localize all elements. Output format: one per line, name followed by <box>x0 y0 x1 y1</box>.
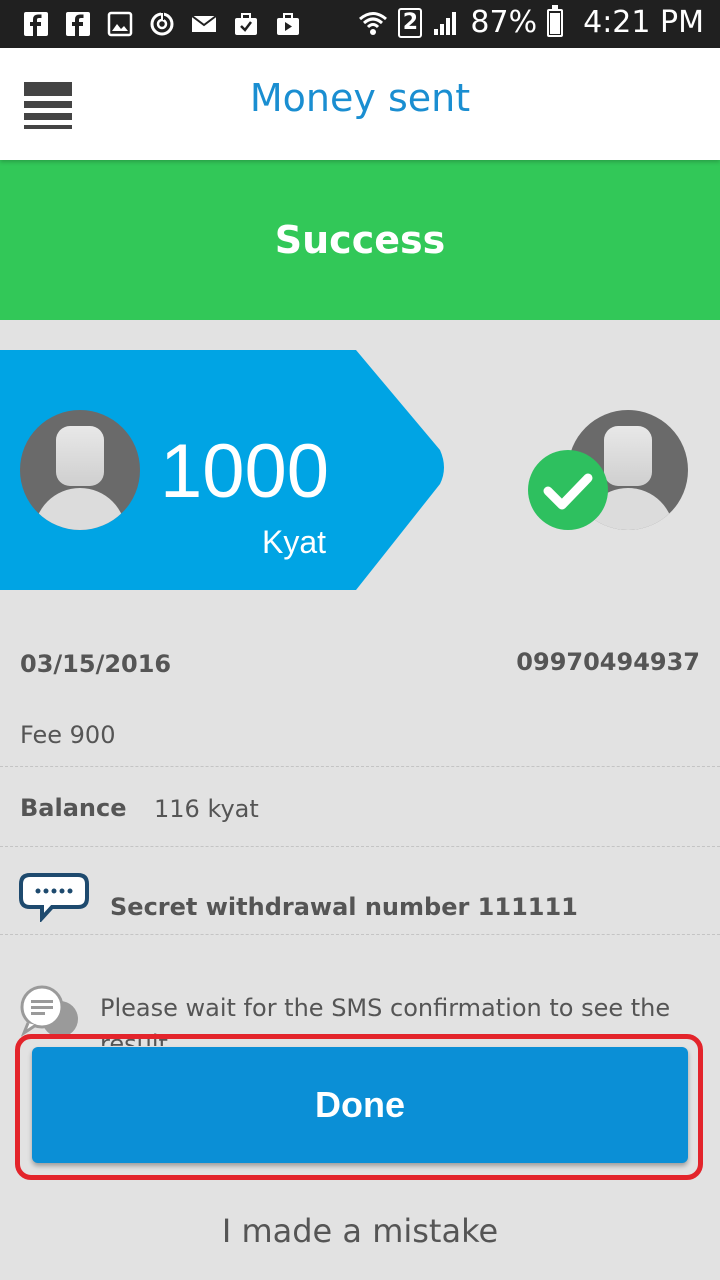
fee-text: Fee 900 <box>20 721 116 749</box>
sync-icon <box>148 10 176 38</box>
battery-icon <box>547 4 564 37</box>
page-title: Money sent <box>249 76 471 120</box>
image-icon <box>106 10 134 38</box>
success-banner: Success <box>0 160 720 320</box>
sender-avatar <box>20 410 140 530</box>
success-text: Success <box>274 218 446 262</box>
signal-icon <box>434 11 457 35</box>
divider <box>0 846 720 847</box>
wifi-icon <box>359 11 388 35</box>
status-right: 2 87% 4:21 PM <box>358 4 704 40</box>
recipient-phone: 09970494937 <box>516 648 700 676</box>
secret-withdrawal-number: Secret withdrawal number 111111 <box>110 893 578 921</box>
clock: 4:21 PM <box>583 5 704 40</box>
app-bar: Money sent <box>0 48 720 160</box>
battery-percent: 87% <box>470 5 538 40</box>
play-store-icon <box>274 10 302 38</box>
divider <box>0 766 720 767</box>
transfer-amount: 1000 <box>160 429 330 514</box>
balance-label: Balance <box>20 794 127 822</box>
sim-slot-badge: 2 <box>398 7 423 38</box>
chat-bubble-icon <box>18 872 90 926</box>
divider <box>0 934 720 935</box>
transaction-date: 03/15/2016 <box>20 650 172 678</box>
mistake-link[interactable]: I made a mistake <box>0 1212 720 1250</box>
status-bar: 2 87% 4:21 PM <box>0 0 720 48</box>
transfer-currency: Kyat <box>262 524 327 560</box>
check-circle-icon <box>528 450 608 530</box>
balance-value: 116 kyat <box>154 795 259 823</box>
facebook-icon <box>64 10 92 38</box>
notification-icons <box>22 10 302 38</box>
done-button[interactable]: Done <box>32 1047 688 1163</box>
briefcase-check-icon <box>232 10 260 38</box>
mail-icon <box>190 10 218 38</box>
facebook-icon <box>22 10 50 38</box>
